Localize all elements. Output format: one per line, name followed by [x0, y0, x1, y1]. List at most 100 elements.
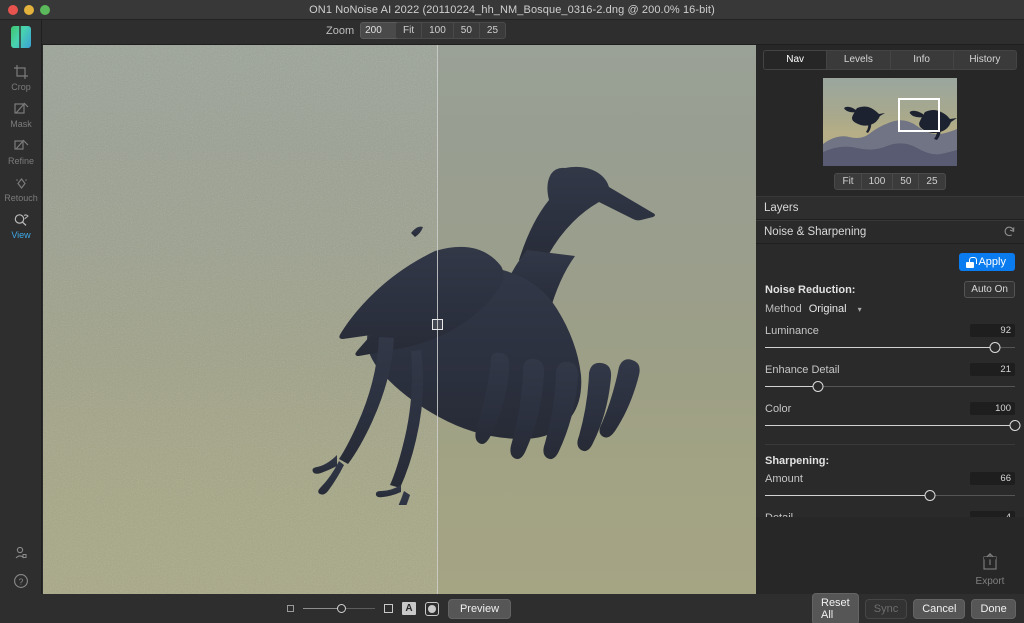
- slider-label-luminance: Luminance: [765, 324, 819, 337]
- slider-value-luminance: 92: [970, 324, 1015, 337]
- slider-value-amount: 66: [970, 472, 1015, 485]
- zoom-control-group: Zoom 200 ▾: [326, 22, 405, 39]
- sidebar-item-retouch[interactable]: Retouch: [0, 169, 42, 206]
- tool-label-retouch: Retouch: [4, 193, 38, 203]
- zoom-value: 200: [365, 25, 382, 36]
- export-label: Export: [975, 576, 1005, 587]
- noise-sharpening-header[interactable]: Noise & Sharpening: [756, 220, 1024, 244]
- slider-knob-amount[interactable]: [924, 490, 936, 501]
- tab-info[interactable]: Info: [890, 51, 954, 69]
- zoom-button[interactable]: [40, 5, 50, 15]
- canvas-bottom-bar: A Preview: [42, 594, 756, 623]
- slider-track-remainder: [342, 607, 375, 609]
- opacity-slider[interactable]: [302, 603, 375, 614]
- reset-all-button[interactable]: Reset All: [812, 592, 859, 623]
- sidebar-item-crop[interactable]: Crop: [0, 58, 42, 95]
- crane-silhouette: [312, 166, 655, 505]
- layers-label: Layers: [764, 202, 799, 214]
- close-button[interactable]: [8, 5, 18, 15]
- cancel-button[interactable]: Cancel: [913, 598, 966, 619]
- slider-track-amount[interactable]: [765, 490, 1015, 502]
- auto-on-button[interactable]: Auto On: [964, 281, 1015, 298]
- nav-zoom-100[interactable]: 100: [862, 174, 894, 189]
- minimize-button[interactable]: [24, 5, 34, 15]
- navigator-viewport-rect[interactable]: [898, 97, 940, 132]
- account-icon[interactable]: [0, 545, 42, 564]
- slider-color[interactable]: Color 100: [765, 402, 1021, 432]
- tab-history[interactable]: History: [953, 51, 1016, 69]
- tool-label-crop: Crop: [11, 82, 31, 92]
- slider-enhance-detail[interactable]: Enhance Detail 21: [765, 363, 1015, 393]
- apply-button[interactable]: Apply: [959, 253, 1015, 271]
- zoom-preset-25[interactable]: 25: [480, 23, 505, 38]
- done-button[interactable]: Done: [971, 598, 1016, 619]
- zoom-preset-fit[interactable]: Fit: [396, 23, 423, 38]
- zoom-label: Zoom: [326, 24, 355, 37]
- tab-levels[interactable]: Levels: [827, 51, 891, 69]
- slider-knob-luminance[interactable]: [989, 342, 1001, 353]
- section-divider: [765, 444, 1015, 445]
- method-row[interactable]: Method Original ▾: [765, 303, 1015, 315]
- reset-icon[interactable]: [1003, 224, 1016, 240]
- tool-label-refine: Refine: [7, 156, 34, 166]
- sidebar-item-view[interactable]: View: [0, 206, 42, 243]
- navigator-zoom-presets[interactable]: Fit 100 50 25: [756, 169, 1024, 196]
- sidebar-item-mask[interactable]: Mask: [0, 95, 42, 132]
- layers-header[interactable]: Layers: [756, 196, 1024, 220]
- tool-rail: Crop Mask Refine Retouch View ?: [0, 20, 42, 623]
- slider-label-amount: Amount: [765, 472, 803, 485]
- zoom-preset-100[interactable]: 100: [422, 23, 454, 38]
- slider-knob[interactable]: [336, 603, 346, 613]
- photo-preview[interactable]: [43, 45, 757, 594]
- square-icon[interactable]: [383, 604, 393, 613]
- sharpening-title: Sharpening:: [765, 455, 830, 467]
- top-toolbar: Zoom 200 ▾ Fit 100 50 25: [0, 20, 1024, 45]
- window-title: ON1 NoNoise AI 2022 (20110224_hh_NM_Bosq…: [309, 3, 715, 16]
- view-icon: [0, 212, 42, 229]
- rail-bottom-strip: [0, 594, 42, 623]
- zoom-preset-50[interactable]: 50: [454, 23, 480, 38]
- preview-button[interactable]: Preview: [447, 598, 512, 619]
- navigator-thumbnail[interactable]: [823, 77, 957, 166]
- slider-track-color[interactable]: [765, 420, 1021, 432]
- split-drag-handle[interactable]: [432, 319, 443, 330]
- apply-row: Apply: [765, 250, 1015, 278]
- slider-track-enhance-detail[interactable]: [765, 381, 1015, 393]
- slider-track-luminance[interactable]: [765, 342, 1015, 354]
- sync-button: Sync: [864, 598, 908, 619]
- retouch-icon: [0, 175, 42, 192]
- noise-reduction-title-row: Noise Reduction: Auto On: [765, 281, 1015, 298]
- slider-knob-color[interactable]: [1009, 420, 1021, 431]
- tool-label-view: View: [11, 230, 31, 240]
- circle-icon[interactable]: [424, 601, 439, 616]
- module-title: Noise & Sharpening: [764, 226, 867, 238]
- export-button[interactable]: Export: [966, 552, 1014, 587]
- zoom-preset-group[interactable]: Fit 100 50 25: [395, 22, 507, 39]
- help-icon[interactable]: ?: [0, 573, 42, 592]
- title-bar: ON1 NoNoise AI 2022 (20110224_hh_NM_Bosq…: [0, 0, 1024, 20]
- slider-amount[interactable]: Amount 66: [765, 472, 1015, 502]
- app-window: ON1 NoNoise AI 2022 (20110224_hh_NM_Bosq…: [0, 0, 1024, 623]
- tab-nav[interactable]: Nav: [764, 51, 828, 69]
- slider-label-color: Color: [765, 402, 792, 415]
- slider-value-color: 100: [970, 402, 1015, 415]
- small-square-icon[interactable]: [286, 605, 294, 612]
- slider-luminance[interactable]: Luminance 92: [765, 324, 1015, 354]
- slider-knob-enhance-detail[interactable]: [812, 381, 823, 392]
- traffic-lights[interactable]: [8, 5, 50, 15]
- canvas-area[interactable]: [42, 45, 757, 594]
- method-label: Method: [765, 303, 802, 315]
- mask-icon: [0, 101, 42, 118]
- refine-icon: [0, 138, 42, 155]
- letter-a-button[interactable]: A: [401, 602, 416, 615]
- sidebar-item-refine[interactable]: Refine: [0, 132, 42, 169]
- chevron-down-icon[interactable]: ▾: [858, 305, 862, 314]
- method-value: Original: [808, 303, 847, 315]
- nav-zoom-25[interactable]: 25: [919, 174, 944, 189]
- nav-zoom-fit[interactable]: Fit: [835, 174, 862, 189]
- nav-zoom-50[interactable]: 50: [893, 174, 920, 189]
- noise-reduction-title: Noise Reduction:: [765, 283, 856, 296]
- navigator-thumbnail-wrap: [756, 74, 1024, 169]
- sharpening-title-row: Sharpening:: [765, 455, 1015, 467]
- panel-tabs[interactable]: Nav Levels Info History: [763, 50, 1017, 70]
